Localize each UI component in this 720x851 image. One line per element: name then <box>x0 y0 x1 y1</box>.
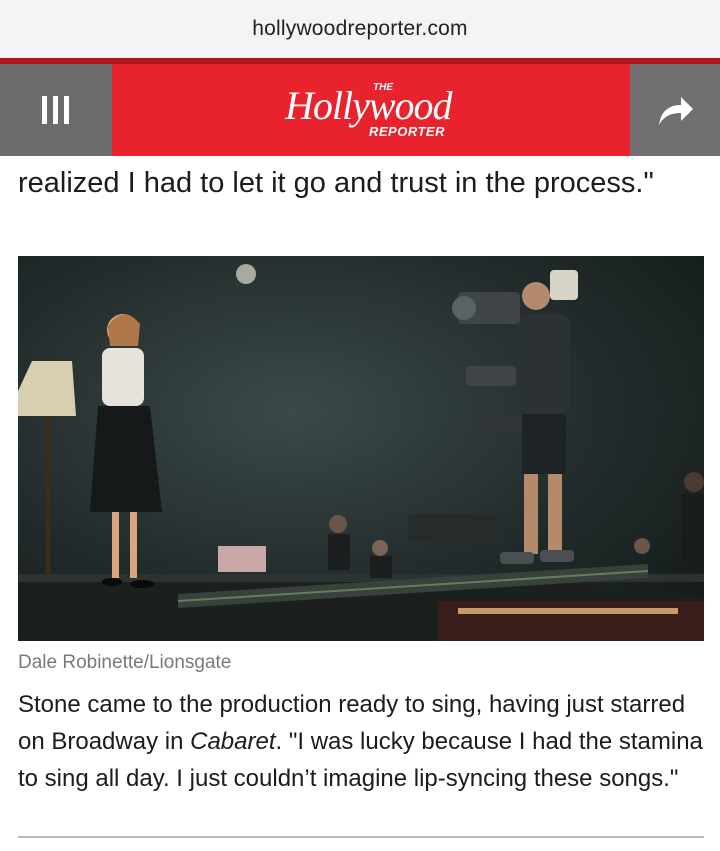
browser-url-bar[interactable]: hollywoodreporter.com <box>0 0 720 58</box>
logo-hollywood: Hollywood <box>285 83 453 128</box>
menu-button[interactable] <box>0 64 112 156</box>
article-lead-text: realized I had to let it go and trust in… <box>18 167 654 199</box>
film-set-illustration <box>18 264 704 641</box>
logo-reporter: REPORTER <box>369 124 445 139</box>
article-photo[interactable] <box>18 256 704 641</box>
divider <box>18 836 704 838</box>
url-text: hollywoodreporter.com <box>252 17 468 40</box>
paragraph-italic-title: Cabaret <box>190 728 276 755</box>
photo-credit: Dale Robinette/Lionsgate <box>18 652 232 673</box>
share-button[interactable] <box>630 64 720 156</box>
hamburger-menu-icon <box>42 96 69 124</box>
share-arrow-icon <box>659 97 693 125</box>
site-logo[interactable]: THE Hollywood REPORTER <box>285 80 485 140</box>
article-paragraph: Stone came to the production ready to si… <box>18 686 708 797</box>
site-header: THE Hollywood REPORTER <box>0 64 720 156</box>
